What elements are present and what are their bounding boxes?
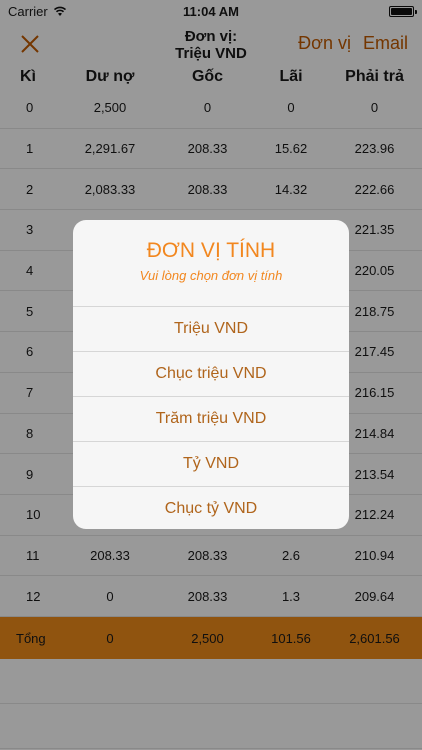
option-tram-trieu-vnd[interactable]: Trăm triệu VND [73,396,349,441]
dialog-title: ĐƠN VỊ TÍNH [146,239,276,262]
option-trieu-vnd[interactable]: Triệu VND [73,306,349,351]
option-ty-vnd[interactable]: Tỷ VND [73,441,349,486]
dialog-subtitle: Vui lòng chọn đơn vị tính [139,268,283,283]
option-chuc-ty-vnd[interactable]: Chục tỷ VND [73,486,349,529]
unit-picker-dialog: ĐƠN VỊ TÍNH Vui lòng chọn đơn vị tính Tr… [73,220,349,529]
option-chuc-trieu-vnd[interactable]: Chục triệu VND [73,351,349,396]
